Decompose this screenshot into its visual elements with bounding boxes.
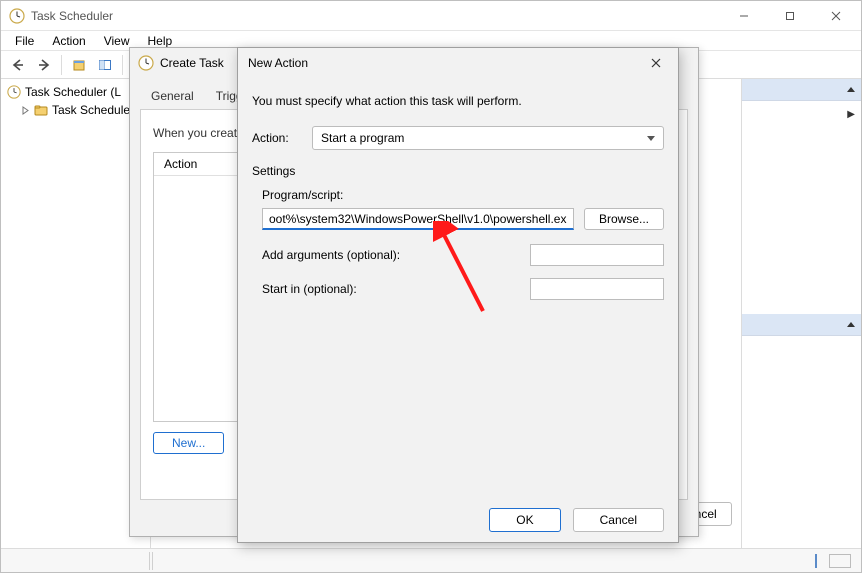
tab-general[interactable]: General bbox=[140, 84, 205, 109]
settings-group-label: Settings bbox=[252, 164, 664, 178]
clock-icon bbox=[9, 8, 25, 24]
program-script-input[interactable] bbox=[262, 208, 574, 230]
new-action-button[interactable]: New... bbox=[153, 432, 224, 454]
program-script-label: Program/script: bbox=[262, 188, 664, 202]
col-action: Action bbox=[154, 153, 207, 175]
minimize-button[interactable] bbox=[721, 1, 767, 30]
maximize-button[interactable] bbox=[767, 1, 813, 30]
task-scheduler-window: Task Scheduler File Action View Help ? T… bbox=[0, 0, 862, 573]
statusbar-box bbox=[829, 554, 851, 568]
toolbar-panes-icon[interactable] bbox=[94, 54, 116, 76]
start-in-input[interactable] bbox=[530, 278, 664, 300]
action-type-select[interactable]: Start a program bbox=[312, 126, 664, 150]
add-arguments-input[interactable] bbox=[530, 244, 664, 266]
clock-icon bbox=[138, 55, 154, 71]
menu-action[interactable]: Action bbox=[44, 32, 93, 50]
statusbar-right bbox=[815, 554, 861, 568]
actions-pane: ▶ bbox=[741, 79, 861, 548]
clock-icon bbox=[7, 85, 21, 99]
statusbar-separator bbox=[149, 552, 153, 570]
window-buttons bbox=[721, 1, 859, 30]
toolbar-separator-2 bbox=[122, 55, 123, 75]
actions-pane-header-2[interactable] bbox=[742, 314, 861, 336]
new-action-footer: OK Cancel bbox=[489, 508, 664, 532]
titlebar: Task Scheduler bbox=[1, 1, 861, 31]
new-action-titlebar: New Action bbox=[238, 48, 678, 78]
window-title: Task Scheduler bbox=[31, 9, 721, 23]
actions-pane-header[interactable] bbox=[742, 79, 861, 101]
new-action-title: New Action bbox=[248, 56, 308, 70]
start-in-label: Start in (optional): bbox=[262, 282, 357, 296]
new-action-instruction: You must specify what action this task w… bbox=[252, 94, 664, 108]
new-action-dialog: New Action You must specify what action … bbox=[237, 47, 679, 543]
tree-root[interactable]: Task Scheduler (L bbox=[3, 83, 148, 101]
statusbar bbox=[1, 548, 861, 572]
new-action-close-button[interactable] bbox=[642, 52, 670, 74]
ok-button[interactable]: OK bbox=[489, 508, 560, 532]
toolbar-action-icon[interactable] bbox=[68, 54, 90, 76]
back-button[interactable] bbox=[7, 54, 29, 76]
chevron-up-icon bbox=[847, 87, 855, 92]
browse-button[interactable]: Browse... bbox=[584, 208, 664, 230]
close-button[interactable] bbox=[813, 1, 859, 30]
actions-pane-body: ▶ bbox=[742, 101, 861, 314]
actions-pane-play[interactable]: ▶ bbox=[742, 101, 861, 128]
action-label: Action: bbox=[252, 131, 302, 145]
create-task-title: Create Task bbox=[160, 56, 224, 70]
tree-child-label: Task Schedule bbox=[52, 103, 130, 117]
add-arguments-label: Add arguments (optional): bbox=[262, 248, 400, 262]
settings-group: Program/script: Browse... Add arguments … bbox=[252, 188, 664, 300]
cancel-button[interactable]: Cancel bbox=[573, 508, 664, 532]
tree-child[interactable]: Task Schedule bbox=[3, 101, 148, 119]
chevron-up-icon bbox=[847, 322, 855, 327]
action-type-value: Start a program bbox=[321, 131, 404, 145]
chevron-right-icon bbox=[21, 106, 30, 115]
folder-icon bbox=[34, 103, 48, 117]
toolbar-separator bbox=[61, 55, 62, 75]
forward-button[interactable] bbox=[33, 54, 55, 76]
chevron-down-icon bbox=[647, 136, 655, 141]
menu-file[interactable]: File bbox=[7, 32, 42, 50]
tree-root-label: Task Scheduler (L bbox=[25, 85, 121, 99]
new-action-body: You must specify what action this task w… bbox=[238, 78, 678, 322]
